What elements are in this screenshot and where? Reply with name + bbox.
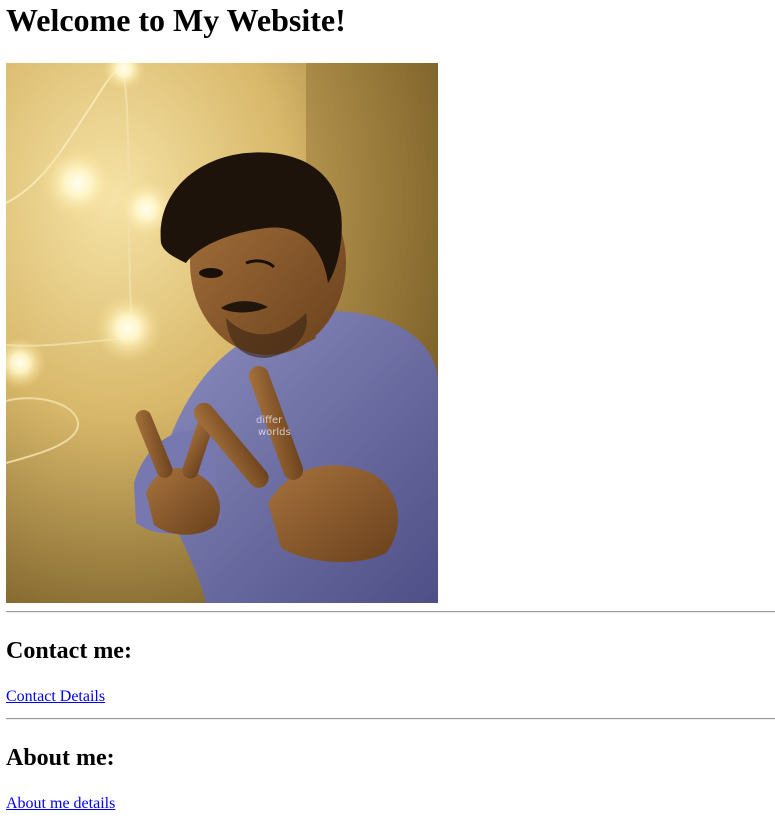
- divider-top: [6, 611, 775, 613]
- contact-heading: Contact me:: [6, 638, 132, 664]
- profile-photo: differ worlds: [6, 63, 438, 603]
- svg-text:differ: differ: [256, 415, 283, 426]
- divider-middle: [6, 718, 775, 720]
- about-heading: About me:: [6, 745, 115, 771]
- contact-details-link[interactable]: Contact Details: [6, 687, 105, 706]
- svg-text:worlds: worlds: [258, 427, 291, 438]
- about-me-details-link[interactable]: About me details: [6, 794, 115, 813]
- page: Welcome to My Website! differ worlds Con…: [0, 0, 775, 813]
- page-title: Welcome to My Website!: [6, 2, 346, 38]
